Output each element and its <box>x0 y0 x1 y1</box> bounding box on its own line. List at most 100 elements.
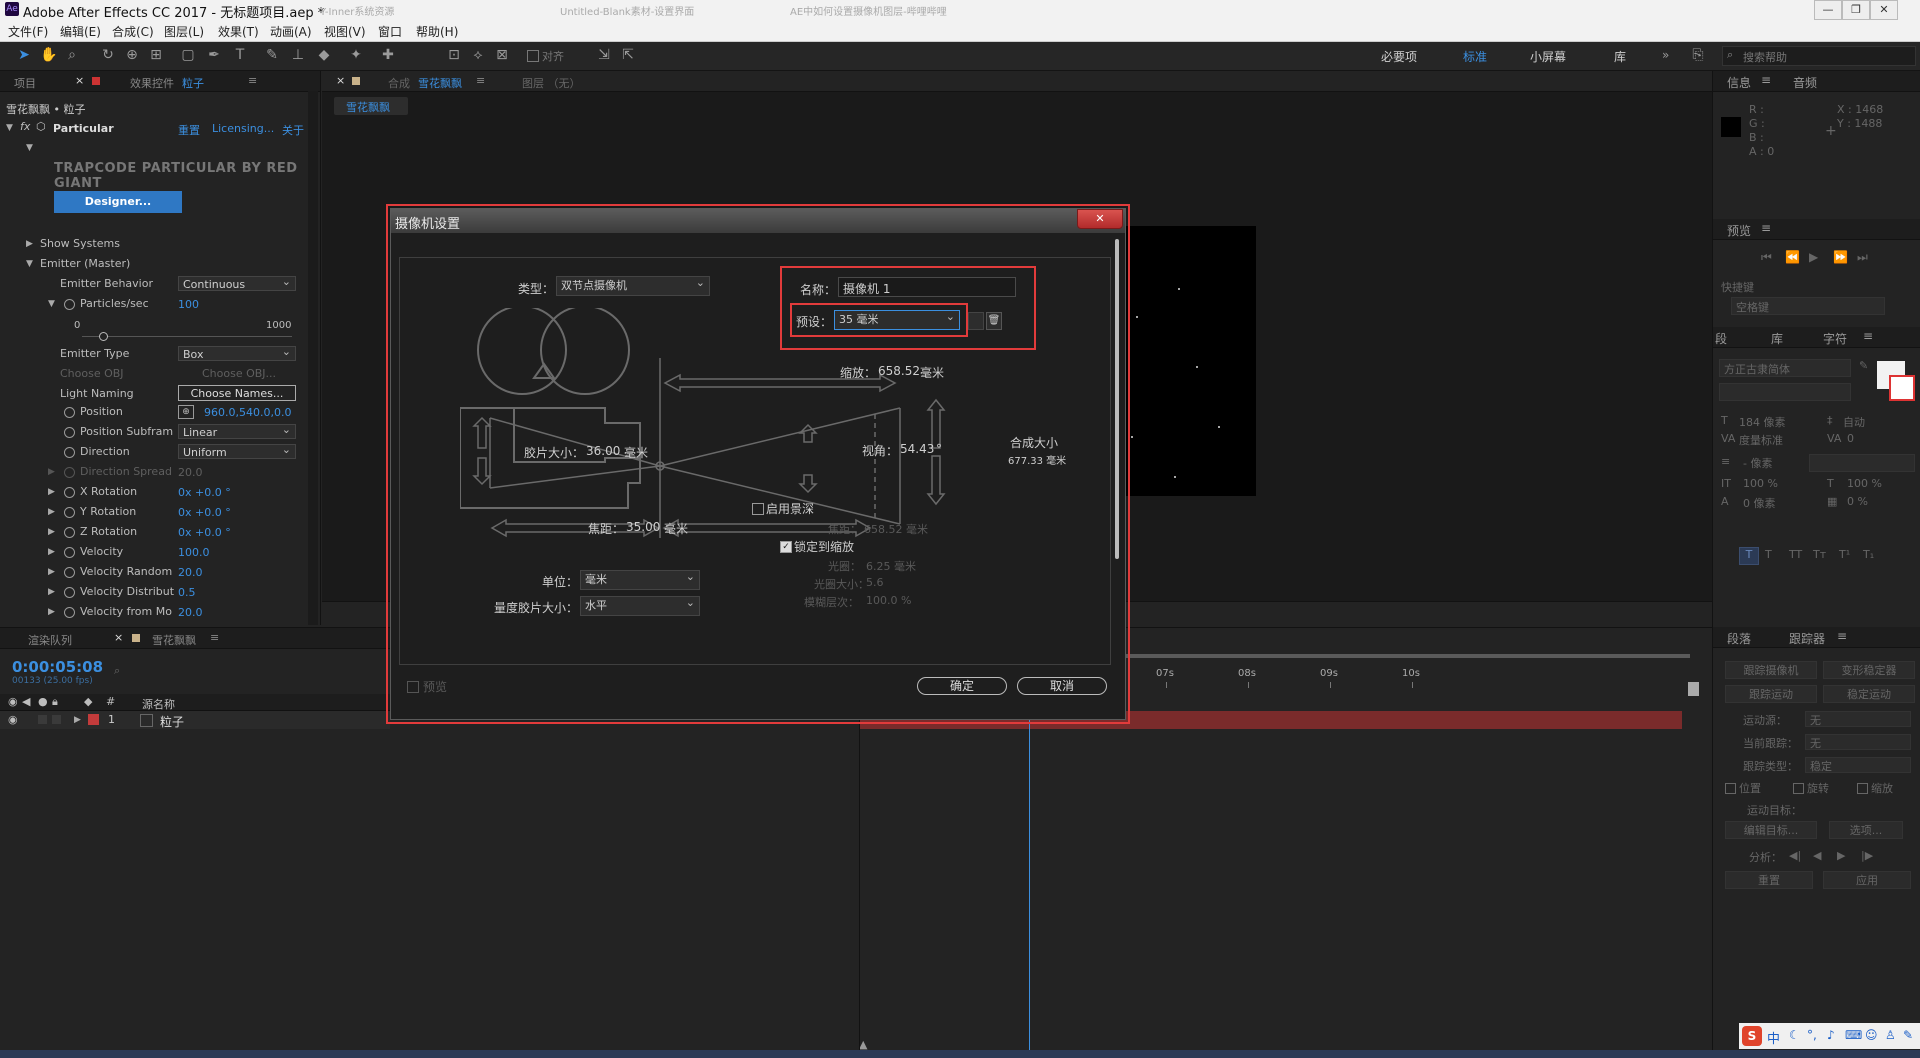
tab-info[interactable]: 信息 <box>1727 74 1751 91</box>
rotation-checkbox[interactable] <box>1793 783 1804 794</box>
all-caps-icon[interactable]: TT <box>1789 548 1802 561</box>
ok-button[interactable]: 确定 <box>917 677 1007 695</box>
dialog-close-button[interactable]: ✕ <box>1077 209 1123 229</box>
background-tab[interactable]: Y-Inner系统资源 <box>320 3 394 18</box>
tab-audio[interactable]: 音频 <box>1793 74 1817 91</box>
stopwatch-icon[interactable] <box>64 527 75 538</box>
current-track-dropdown[interactable]: 无 <box>1805 734 1911 750</box>
expand-triangle-icon[interactable]: ▶ <box>48 507 55 517</box>
selection-tool-icon[interactable]: ➤ <box>16 47 32 63</box>
track-camera-button[interactable]: 跟踪摄像机 <box>1725 661 1817 679</box>
stopwatch-icon[interactable] <box>64 507 75 518</box>
tracker-apply-button[interactable]: 应用 <box>1823 871 1911 889</box>
ime-voice-icon[interactable]: ♪ <box>1827 1028 1835 1042</box>
position-subframe-dropdown[interactable]: Linear <box>178 422 296 439</box>
panel-menu-icon[interactable]: ≡ <box>1863 329 1873 343</box>
expand-triangle-icon[interactable]: ▶ <box>48 467 55 477</box>
vertical-scale-value[interactable]: 100 % <box>1743 477 1778 490</box>
ime-keyboard-icon[interactable]: ⌨ <box>1845 1028 1862 1042</box>
edit-target-button[interactable]: 编辑目标... <box>1725 821 1817 839</box>
camera-tool-icon[interactable]: ⊕ <box>124 47 140 63</box>
measure-film-dropdown[interactable]: 水平 <box>580 594 700 616</box>
workspace-small-screen[interactable]: 小屏幕 <box>1530 48 1566 65</box>
options-button[interactable]: 选项... <box>1829 821 1903 839</box>
panel-menu-icon[interactable]: ≡ <box>248 74 257 87</box>
menu-file[interactable]: 文件(F) <box>8 23 48 40</box>
emitter-type-dropdown[interactable]: Box <box>178 344 296 361</box>
collapse-triangle-icon[interactable]: ▼ <box>26 259 33 269</box>
fx-icon[interactable]: fx <box>20 120 30 133</box>
y-rotation-value[interactable]: 0x +0.0 ° <box>178 506 231 519</box>
local-axis-icon[interactable]: ⊡ <box>446 47 462 63</box>
font-style-dropdown[interactable] <box>1719 383 1851 401</box>
snap-option-icon[interactable]: ⇱ <box>620 47 636 63</box>
stabilize-motion-button[interactable]: 稳定运动 <box>1823 685 1915 703</box>
lock-to-zoom-checkbox[interactable]: ✓ <box>780 541 792 553</box>
work-area-end-handle[interactable] <box>1688 682 1699 696</box>
horizontal-scale-value[interactable]: 100 % <box>1847 477 1882 490</box>
particles-slider-track[interactable] <box>82 336 292 337</box>
enable-dof-checkbox[interactable] <box>752 503 764 515</box>
licensing-link[interactable]: Licensing... <box>212 122 274 135</box>
next-frame-icon[interactable]: ⏩ <box>1833 250 1848 264</box>
tab-comp-name[interactable]: 雪花飘飘 <box>418 75 462 91</box>
preview-checkbox[interactable] <box>407 681 419 693</box>
brush-tool-icon[interactable]: ✎ <box>264 47 280 63</box>
tab-render-queue[interactable]: 渲染队列 <box>28 632 72 648</box>
clone-stamp-tool-icon[interactable]: ⊥ <box>290 47 306 63</box>
pan-behind-tool-icon[interactable]: ⊞ <box>148 47 164 63</box>
view-axis-icon[interactable]: ⊠ <box>494 47 510 63</box>
small-caps-icon[interactable]: Tт <box>1813 548 1826 561</box>
ime-skin-icon[interactable]: ♙ <box>1885 1028 1896 1042</box>
rectangle-tool-icon[interactable]: ▢ <box>180 47 196 63</box>
collapse-triangle-icon[interactable]: ▼ <box>6 123 13 133</box>
ime-punct-icon[interactable]: °, <box>1807 1028 1817 1042</box>
kerning-value[interactable]: 度量标准 <box>1739 432 1783 448</box>
lock-toggle[interactable] <box>52 715 61 724</box>
snap-checkbox[interactable] <box>527 50 539 62</box>
stroke-color-swatch[interactable] <box>1889 375 1915 401</box>
expand-triangle-icon[interactable]: ▶ <box>48 567 55 577</box>
menu-edit[interactable]: 编辑(E) <box>60 23 101 40</box>
solo-toggle[interactable] <box>38 715 47 724</box>
ime-chinese-mode[interactable]: 中 <box>1767 1028 1780 1047</box>
tab-layer-name[interactable]: 粒子 <box>182 75 204 91</box>
baseline-value[interactable]: 0 像素 <box>1743 495 1776 511</box>
tab-preview[interactable]: 预览 <box>1727 222 1751 239</box>
tab-character[interactable]: 字符 <box>1823 330 1847 347</box>
cancel-button[interactable]: 取消 <box>1017 677 1107 695</box>
emitter-behavior-dropdown[interactable]: Continuous <box>178 274 296 291</box>
menu-effect[interactable]: 效果(T) <box>218 23 259 40</box>
last-frame-icon[interactable]: ⏭ <box>1857 250 1868 265</box>
ime-moon-icon[interactable]: ☾ <box>1789 1028 1800 1042</box>
roto-brush-tool-icon[interactable]: ✦ <box>348 47 364 63</box>
leading-value[interactable]: 自动 <box>1843 414 1865 430</box>
playhead-line[interactable] <box>1029 686 1031 1051</box>
play-icon[interactable]: ▶ <box>1809 250 1818 264</box>
expand-triangle-icon[interactable]: ▶ <box>48 587 55 597</box>
rotate-tool-icon[interactable]: ↻ <box>100 47 116 63</box>
panel-menu-icon[interactable]: ≡ <box>1761 73 1771 87</box>
velocity-random-value[interactable]: 20.0 <box>178 566 203 579</box>
units-dropdown[interactable]: 毫米 <box>580 568 700 590</box>
first-frame-icon[interactable]: ⏮ <box>1761 250 1772 265</box>
tab-paragraph[interactable]: 段落 <box>1727 630 1751 647</box>
snap-option-icon[interactable]: ⇲ <box>596 47 612 63</box>
panel-menu-icon[interactable]: ≡ <box>1761 221 1771 235</box>
prev-frame-icon[interactable]: ⏪ <box>1785 250 1800 264</box>
world-axis-icon[interactable]: ⟡ <box>470 47 486 63</box>
faux-bold-button[interactable]: T <box>1739 547 1759 565</box>
velocity-value[interactable]: 100.0 <box>178 546 210 559</box>
expand-layer-icon[interactable]: ▶ <box>74 715 81 725</box>
superscript-icon[interactable]: T¹ <box>1839 548 1850 561</box>
show-systems-label[interactable]: Show Systems <box>40 237 120 250</box>
close-window-button[interactable]: ✕ <box>1870 0 1898 20</box>
menu-composition[interactable]: 合成(C) <box>112 23 154 40</box>
workspace-standard[interactable]: 标准 <box>1463 48 1487 65</box>
dialog-title-bar[interactable]: 摄像机设置 ✕ <box>391 209 1125 233</box>
workspace-essentials[interactable]: 必要项 <box>1381 48 1417 65</box>
x-rotation-value[interactable]: 0x +0.0 ° <box>178 486 231 499</box>
stopwatch-icon[interactable] <box>64 487 75 498</box>
ime-emoji-icon[interactable]: ☺ <box>1865 1028 1878 1042</box>
stroke-width-value[interactable]: - 像素 <box>1743 455 1772 471</box>
